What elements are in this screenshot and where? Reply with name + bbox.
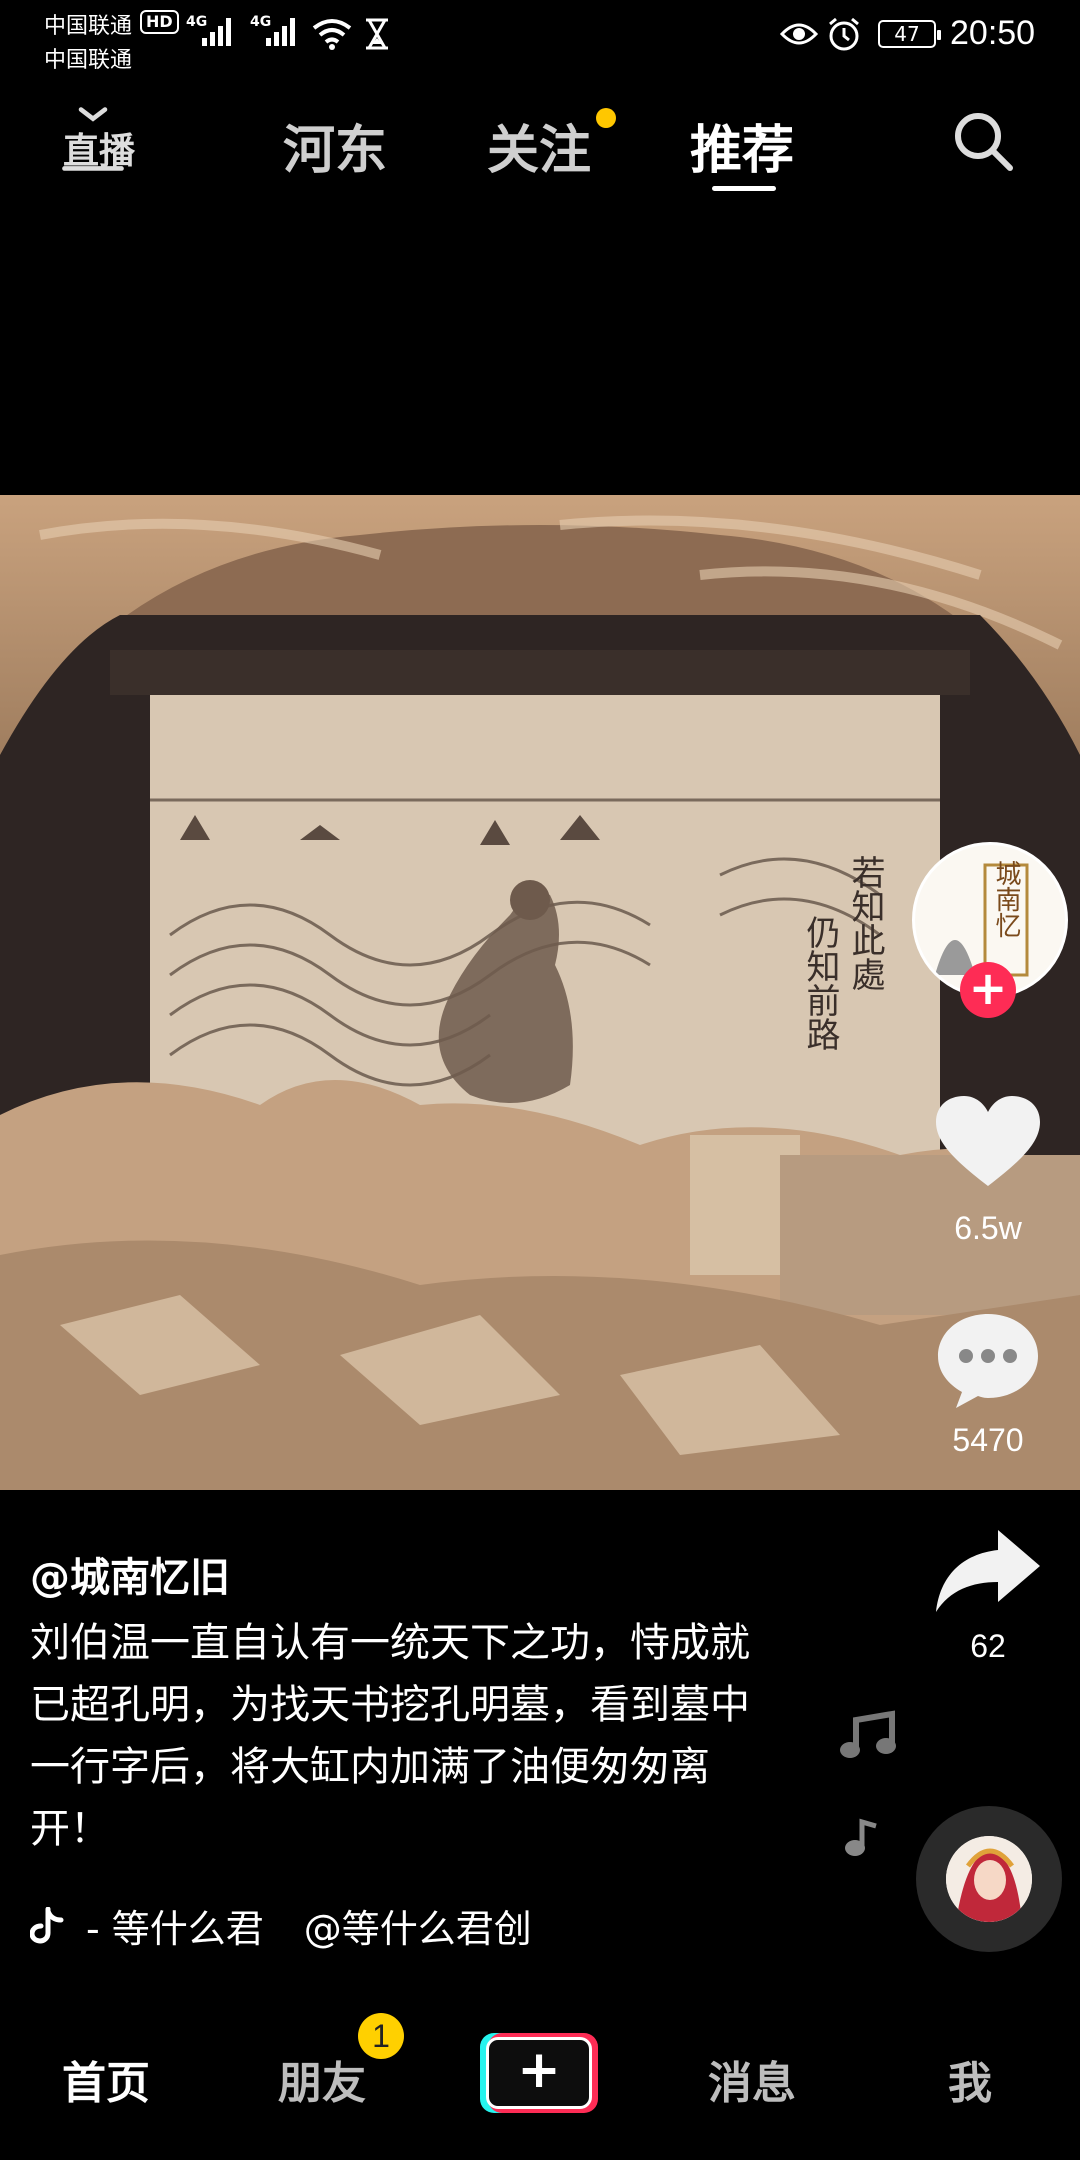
status-time: 20:50 [950,14,1036,52]
nav-friends[interactable]: 朋友 [278,2047,366,2111]
signal-strength-icon-2 [266,16,300,46]
active-tab-indicator [712,186,776,191]
share-arrow-icon[interactable] [932,1526,1044,1616]
create-plus-icon: + [486,2037,592,2109]
hourglass-icon [366,18,388,50]
video-player[interactable]: 若知此處 仍知前路 [0,495,1080,1490]
friends-notification-badge: 1 [358,2013,404,2059]
douyin-logo-icon [30,1906,64,1944]
hd-voice-badge: HD [140,10,179,34]
music-creator: @等什么君创 [303,1907,532,1951]
create-video-button[interactable]: + [480,2033,598,2113]
eye-comfort-icon [780,23,818,45]
music-info-row[interactable]: - 等什么君 @等什么君创 [30,1898,532,1953]
like-count: 6.5w [954,1210,1022,1246]
music-note-small-icon [845,1818,877,1856]
bottom-navigation: 首页 朋友 1 + 消息 我 [0,1985,1080,2160]
top-navigation: 直播 河东 关注 推荐 [0,90,1080,200]
tab-following[interactable]: 关注 [487,108,591,183]
live-button-label[interactable]: 直播 [63,122,135,174]
tab-recommended[interactable]: 推荐 [690,108,794,183]
like-heart-icon[interactable] [934,1094,1042,1190]
following-new-dot [596,108,616,128]
carrier-name: 中国联通 [44,14,133,39]
follow-button[interactable]: + [960,962,1016,1018]
status-bar: 中国联通 中国联通 HD 4G 4G 47 20:50 [0,0,1080,80]
stone-inscription-1: 若知此處 [845,855,885,991]
music-note-icon [840,1710,896,1758]
music-disc-button[interactable] [916,1806,1062,1952]
search-icon[interactable] [950,108,1016,174]
music-track-name: - 等什么君 [86,1907,264,1951]
music-cover-avatar [946,1836,1032,1922]
carrier-name-secondary: 中国联通 [44,48,133,73]
music-cover-image [946,1836,1032,1922]
avatar-text: 城南忆 [991,860,1021,938]
tab-hedong[interactable]: 河东 [283,108,387,183]
comment-bubble-icon[interactable] [934,1310,1042,1410]
battery-indicator: 47 [878,20,941,48]
video-frame-image: 若知此處 仍知前路 [0,495,1080,1490]
post-caption: 刘伯温一直自认有一统天下之功，恃成就已超孔明，为找天书挖孔明墓，看到墓中一行字后… [30,1620,750,1852]
stone-inscription-2: 仍知前路 [800,915,840,1051]
nav-messages[interactable]: 消息 [708,2047,796,2111]
comment-count: 5470 [952,1422,1024,1458]
alarm-icon [829,17,859,51]
nav-me[interactable]: 我 [948,2047,992,2111]
author-handle[interactable]: @城南忆旧 [30,1545,230,1603]
nav-home[interactable]: 首页 [62,2047,150,2111]
signal-strength-icon [202,16,236,46]
wifi-icon [312,19,352,50]
share-count: 62 [970,1628,1006,1664]
